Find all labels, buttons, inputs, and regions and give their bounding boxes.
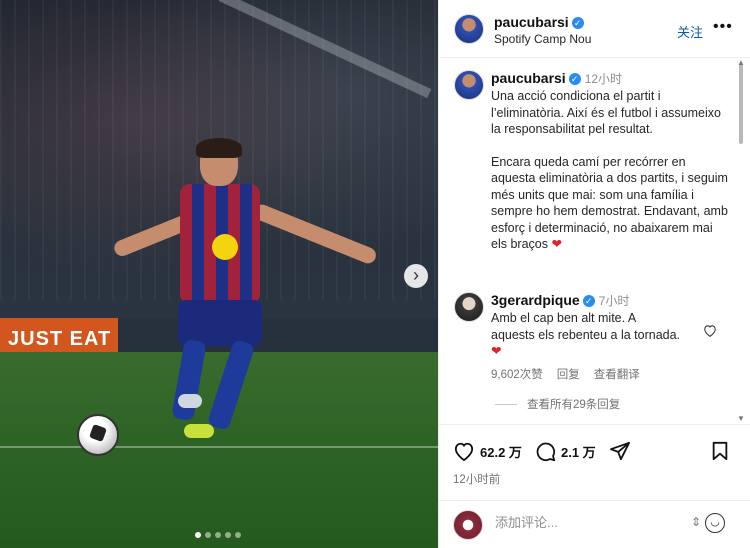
like-button[interactable]: 62.2 万 [453, 441, 522, 461]
comments-scroll-area[interactable]: paucubarsi ✓ 12小时 Una acció condiciona el … [439, 58, 750, 424]
author-username-text[interactable]: paucubarsi [494, 14, 569, 30]
author-username[interactable]: paucubarsi ✓ [494, 14, 584, 30]
heart-emoji-icon: ❤ [491, 344, 502, 358]
caption-paragraph-2: Encara queda camí per recórrer en aquest… [491, 154, 729, 253]
verified-badge-icon: ✓ [582, 295, 595, 307]
post-caption: Una acció condiciona el partit i l’elimi… [491, 88, 729, 253]
player-leg-right [206, 338, 256, 432]
share-button[interactable] [609, 441, 631, 461]
comment-meta: 9,602次赞 回复 查看翻译 [491, 366, 640, 382]
comment-button[interactable]: 2.1 万 [535, 441, 596, 462]
player-figure [100, 138, 400, 458]
caption-paragraph-1: Una acció condiciona el partit i l’elimi… [491, 89, 721, 136]
comment-time: 7小时 [598, 294, 630, 308]
scroll-down-arrow-icon[interactable]: ▼ [737, 414, 745, 423]
shirt-sponsor-logo [212, 234, 238, 260]
post-side-panel: paucubarsi ✓ Spotify Camp Nou 关注 ••• pauc… [438, 0, 750, 548]
carousel-dot[interactable] [225, 532, 231, 538]
caption-author-avatar[interactable] [454, 70, 484, 100]
add-comment-input[interactable] [495, 515, 675, 530]
player-arm-right [251, 202, 379, 266]
scrollbar-thumb[interactable] [739, 64, 743, 144]
follow-button[interactable]: 关注 [677, 22, 703, 41]
comment-likes-count[interactable]: 9,602次赞 [491, 366, 543, 382]
verified-badge-icon: ✓ [568, 73, 581, 85]
carousel-dots [195, 532, 241, 538]
caption-paragraph-2-text: Encara queda camí per recórrer en aquest… [491, 154, 728, 252]
paper-plane-icon [610, 441, 630, 461]
expand-arrows-icon[interactable]: ⇕ [691, 515, 701, 529]
post-photo: JUST EAT › [0, 0, 438, 548]
verified-badge-icon: ✓ [571, 17, 584, 29]
caption-author-username[interactable]: paucubarsi [491, 70, 566, 86]
carousel-dot[interactable] [235, 532, 241, 538]
player-boot-left [178, 394, 202, 408]
comment-bubble-icon [536, 442, 556, 462]
player-hair [196, 138, 242, 158]
comment-author: 3gerardpique ✓ 7小时 [491, 292, 629, 309]
add-comment-bar: ⇕ ◡ [439, 500, 750, 548]
heart-icon [454, 442, 474, 461]
carousel-next-button[interactable]: › [404, 264, 428, 288]
comment-like-heart-icon[interactable] [703, 324, 717, 341]
player-leg-left [171, 338, 207, 422]
bookmark-icon [712, 441, 728, 461]
carousel-dot[interactable] [215, 532, 221, 538]
likes-count: 62.2 万 [480, 444, 522, 460]
player-boot-right [184, 424, 214, 438]
heart-emoji-icon: ❤ [551, 237, 562, 251]
comment-author-avatar[interactable] [454, 292, 484, 322]
current-user-avatar [453, 510, 483, 540]
comment-text: Amb el cap ben alt mite. A aquests els r… [491, 310, 681, 360]
comments-count: 2.1 万 [561, 445, 596, 460]
post-location[interactable]: Spotify Camp Nou [494, 32, 591, 46]
comment-text-body: Amb el cap ben alt mite. A aquests els r… [491, 311, 681, 342]
more-options-icon[interactable]: ••• [713, 18, 733, 36]
comment-reply-button[interactable]: 回复 [557, 366, 580, 382]
emoji-picker-icon[interactable]: ◡ [705, 513, 725, 533]
posted-time[interactable]: 12小时前 [453, 471, 500, 487]
scroll-up-arrow-icon[interactable]: ▲ [737, 58, 745, 67]
author-avatar[interactable] [454, 14, 484, 44]
carousel-dot[interactable] [195, 532, 201, 538]
comment-translate-button[interactable]: 查看翻译 [594, 366, 640, 382]
view-all-replies-button[interactable]: 查看所有29条回复 [495, 396, 620, 412]
comment-author-username[interactable]: 3gerardpique [491, 292, 580, 308]
football [77, 414, 119, 456]
carousel-dot[interactable] [205, 532, 211, 538]
caption-author: paucubarsi ✓ 12小时 [491, 70, 622, 87]
post-header: paucubarsi ✓ Spotify Camp Nou 关注 ••• [439, 0, 750, 58]
save-button[interactable] [711, 441, 729, 461]
caption-time: 12小时 [584, 72, 623, 86]
